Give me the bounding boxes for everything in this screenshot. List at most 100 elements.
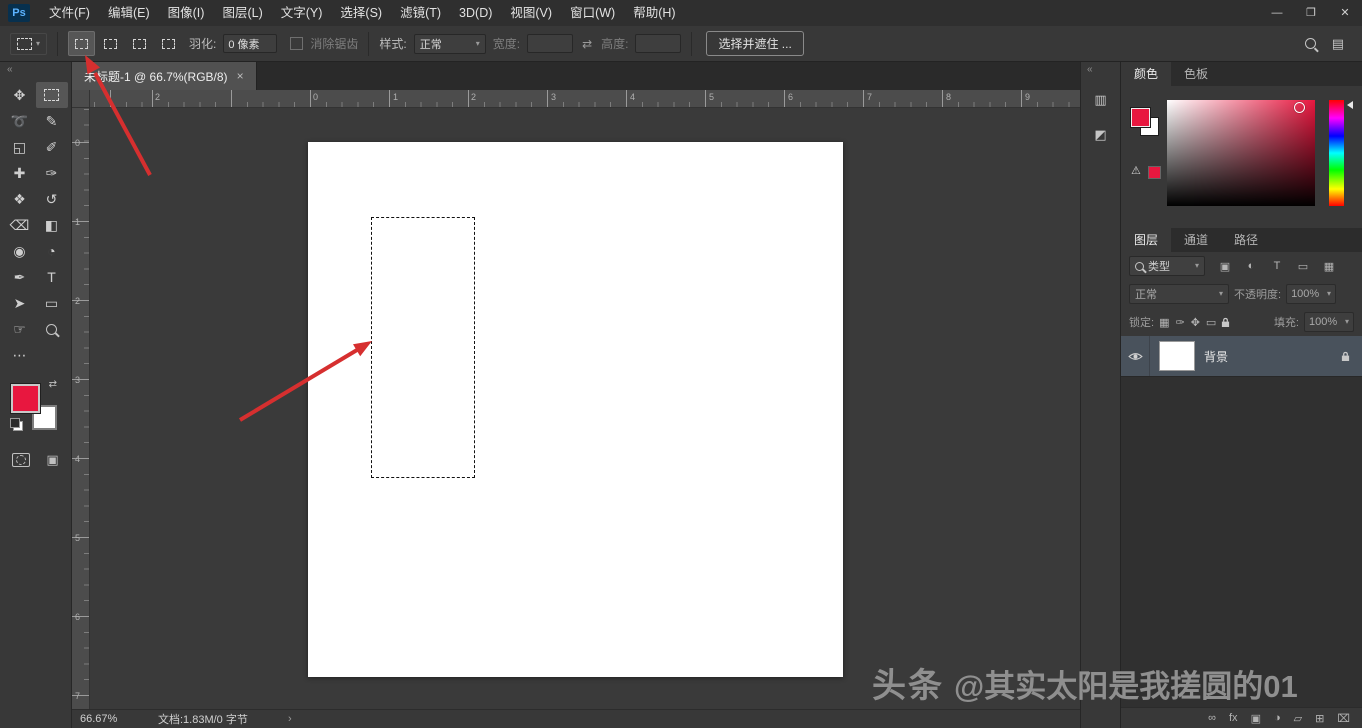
layer-style-icon[interactable]: fx [1229, 712, 1238, 724]
status-chevron-icon[interactable]: › [288, 713, 292, 725]
lock-artboard-icon[interactable]: ▭ [1206, 316, 1216, 329]
eyedropper-tool[interactable]: ✐ [36, 134, 68, 160]
path-selection-tool[interactable]: ➤ [4, 290, 36, 316]
tab-paths[interactable]: 路径 [1221, 228, 1271, 252]
workspace-icon[interactable]: ▤ [1332, 36, 1344, 52]
lock-all-icon[interactable] [1221, 317, 1230, 328]
menu-item[interactable]: 视图(V) [501, 0, 561, 26]
restore-button[interactable]: ❐ [1294, 0, 1328, 26]
lock-image-pixels-icon[interactable]: ✑ [1175, 316, 1184, 329]
lock-position-icon[interactable]: ✥ [1191, 316, 1200, 329]
tool-preset-button[interactable]: ▾ [10, 32, 48, 55]
clone-stamp-tool[interactable]: ❖ [4, 186, 36, 212]
layer-thumbnail[interactable] [1159, 341, 1195, 371]
spot-healing-tool[interactable]: ✚ [4, 160, 36, 186]
blend-mode-select[interactable]: 正常 ▾ [1129, 284, 1229, 304]
select-and-mask-button[interactable]: 选择并遮住 ... [706, 31, 804, 56]
blur-tool[interactable]: ◉ [4, 238, 36, 264]
libraries-panel-icon[interactable]: ▥ [1087, 87, 1115, 113]
color-picker-ring[interactable] [1294, 102, 1305, 113]
default-colors-icon[interactable] [10, 418, 23, 431]
visibility-toggle[interactable] [1121, 336, 1150, 376]
gamut-warning-icon[interactable]: ⚠ [1131, 164, 1141, 177]
close-tab-icon[interactable]: × [237, 69, 244, 83]
antialias-checkbox[interactable] [290, 37, 304, 50]
collapse-toolbar-button[interactable]: « [0, 62, 71, 78]
menu-item[interactable]: 帮助(H) [624, 0, 684, 26]
filter-smart-objects-icon[interactable]: ▦ [1318, 256, 1340, 276]
close-button[interactable]: ✕ [1328, 0, 1362, 26]
lasso-tool[interactable]: ➰ [4, 108, 36, 134]
dodge-tool[interactable]: ◔ [36, 238, 68, 264]
feather-input[interactable] [223, 34, 278, 53]
type-tool[interactable]: T [36, 264, 68, 290]
delete-layer-icon[interactable]: ⌧ [1337, 712, 1350, 725]
crop-tool[interactable]: ◱ [4, 134, 36, 160]
saturation-map[interactable] [1167, 100, 1315, 206]
quick-mask-button[interactable] [12, 453, 31, 467]
intersect-selection-button[interactable] [155, 31, 182, 56]
gamut-color-swatch[interactable] [1148, 166, 1161, 179]
filter-shape-layers-icon[interactable]: ▭ [1292, 256, 1314, 276]
adjustments-panel-icon[interactable]: ◩ [1087, 122, 1115, 148]
zoom-tool[interactable] [36, 316, 68, 342]
menu-item[interactable]: 文件(F) [40, 0, 99, 26]
tab-color[interactable]: 颜色 [1121, 62, 1172, 86]
brush-tool[interactable]: ✑ [36, 160, 68, 186]
link-layers-icon[interactable]: ∞ [1208, 712, 1216, 724]
foreground-swatch[interactable] [1131, 108, 1150, 127]
filter-pixel-layers-icon[interactable]: ▣ [1214, 256, 1236, 276]
filter-adjustment-layers-icon[interactable]: ◐ [1240, 256, 1262, 276]
layer-row-background[interactable]: 背景 [1121, 336, 1362, 377]
swap-colors-icon[interactable]: ⇄ [49, 379, 57, 390]
menu-item[interactable]: 窗口(W) [561, 0, 624, 26]
history-brush-tool[interactable]: ↺ [36, 186, 68, 212]
opacity-select[interactable]: 100% ▾ [1286, 284, 1337, 304]
quick-selection-tool[interactable]: ✎ [36, 108, 68, 134]
layer-name[interactable]: 背景 [1204, 348, 1228, 365]
app-logo[interactable]: Ps [8, 4, 30, 22]
move-tool[interactable]: ✥ [4, 82, 36, 108]
shape-tool[interactable]: ▭ [36, 290, 68, 316]
canvas[interactable] [308, 142, 843, 677]
height-input[interactable] [635, 34, 682, 53]
screen-mode-button[interactable]: ▣ [46, 452, 58, 468]
tab-layers[interactable]: 图层 [1121, 228, 1172, 252]
lock-transparent-pixels-icon[interactable]: ▦ [1159, 316, 1169, 329]
menu-item[interactable]: 图像(I) [159, 0, 214, 26]
menu-item[interactable]: 滤镜(T) [391, 0, 450, 26]
style-select[interactable]: 正常 ▾ [413, 33, 486, 54]
add-to-selection-button[interactable] [97, 31, 124, 56]
layer-filter-select[interactable]: 类型 ▾ [1129, 256, 1205, 276]
menu-item[interactable]: 图层(L) [213, 0, 271, 26]
menu-item[interactable]: 文字(Y) [272, 0, 332, 26]
pen-tool[interactable]: ✒ [4, 264, 36, 290]
menu-item[interactable]: 编辑(E) [99, 0, 159, 26]
minimize-button[interactable]: — [1260, 0, 1294, 26]
gradient-tool[interactable]: ◧ [36, 212, 68, 238]
menu-item[interactable]: 选择(S) [331, 0, 391, 26]
eraser-tool[interactable]: ⌫ [4, 212, 36, 238]
zoom-level[interactable]: 66.67% [80, 713, 158, 725]
rect-marquee-tool[interactable] [35, 82, 68, 108]
new-adjustment-layer-icon[interactable]: ◑ [1274, 712, 1281, 724]
foreground-color-swatch[interactable] [11, 384, 40, 413]
menu-item[interactable]: 3D(D) [450, 0, 501, 26]
hue-slider[interactable] [1329, 100, 1344, 206]
filter-type-layers-icon[interactable]: T [1266, 256, 1288, 276]
edit-toolbar-button[interactable]: ⋯ [4, 342, 36, 368]
expand-dock-button[interactable]: « [1081, 62, 1120, 78]
hand-tool[interactable]: ☞ [4, 316, 36, 342]
new-selection-button[interactable] [68, 31, 96, 56]
layer-mask-icon[interactable]: ▣ [1251, 712, 1261, 725]
swap-dimensions-icon[interactable]: ⇄ [582, 37, 592, 51]
tab-swatches[interactable]: 色板 [1171, 62, 1221, 86]
new-group-icon[interactable]: ▱ [1294, 712, 1302, 725]
width-input[interactable] [527, 34, 574, 53]
search-icon[interactable] [1304, 38, 1316, 49]
hue-slider-indicator[interactable] [1347, 101, 1353, 109]
fill-select[interactable]: 100% ▾ [1304, 312, 1354, 332]
tab-channels[interactable]: 通道 [1171, 228, 1221, 252]
new-layer-icon[interactable]: ⊞ [1315, 712, 1324, 725]
subtract-from-selection-button[interactable] [126, 31, 153, 56]
